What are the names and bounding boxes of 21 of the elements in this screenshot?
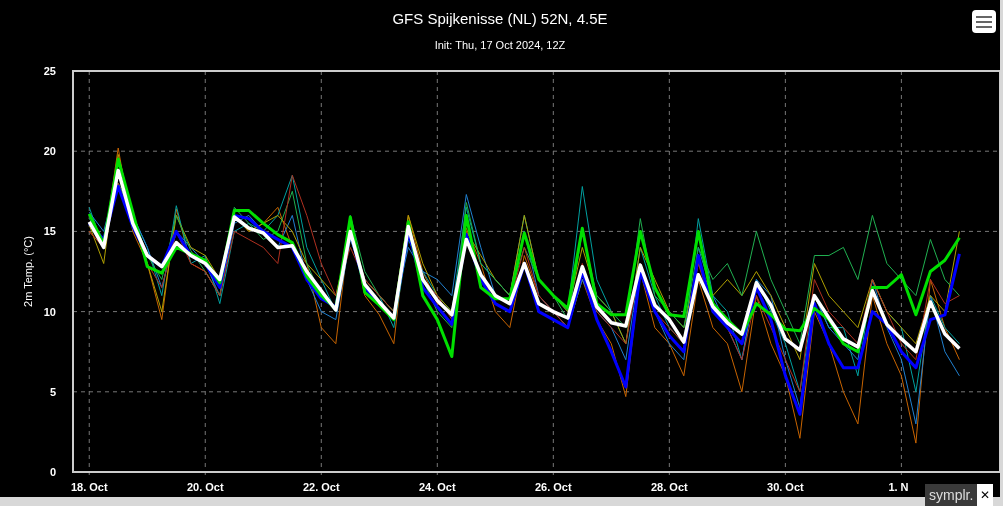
y-tick-label: 15 bbox=[43, 225, 56, 238]
x-tick-label: 1. N bbox=[888, 481, 909, 493]
x-tick-label: 30. Oct bbox=[767, 481, 804, 493]
y-tick-label: 0 bbox=[49, 466, 56, 478]
y-tick-label: 25 bbox=[43, 65, 56, 77]
menu-icon bbox=[976, 15, 992, 28]
chart-subtitle: Init: Thu, 17 Oct 2024, 12Z bbox=[434, 37, 566, 53]
x-tick-label: 28. Oct bbox=[651, 481, 688, 493]
x-tick-label: 20. Oct bbox=[186, 481, 224, 493]
chart-title: GFS Spijkenisse (NL) 52N, 4.5E bbox=[392, 9, 608, 29]
y-tick-label: 20 bbox=[43, 145, 56, 158]
x-tick-label: 18. Oct bbox=[70, 481, 108, 493]
close-button[interactable]: ✕ bbox=[977, 484, 994, 506]
menu-button[interactable] bbox=[972, 10, 996, 33]
y-tick-label: 5 bbox=[49, 385, 56, 398]
ad-badge[interactable]: symplr. bbox=[925, 484, 978, 506]
x-tick-label: 24. Oct bbox=[418, 481, 456, 493]
y-tick-label: 10 bbox=[43, 305, 56, 318]
x-tick-label: 22. Oct bbox=[302, 481, 340, 493]
x-tick-label: 26. Oct bbox=[535, 481, 572, 493]
y-axis-title: 2m Temp. (°C) bbox=[22, 236, 34, 307]
